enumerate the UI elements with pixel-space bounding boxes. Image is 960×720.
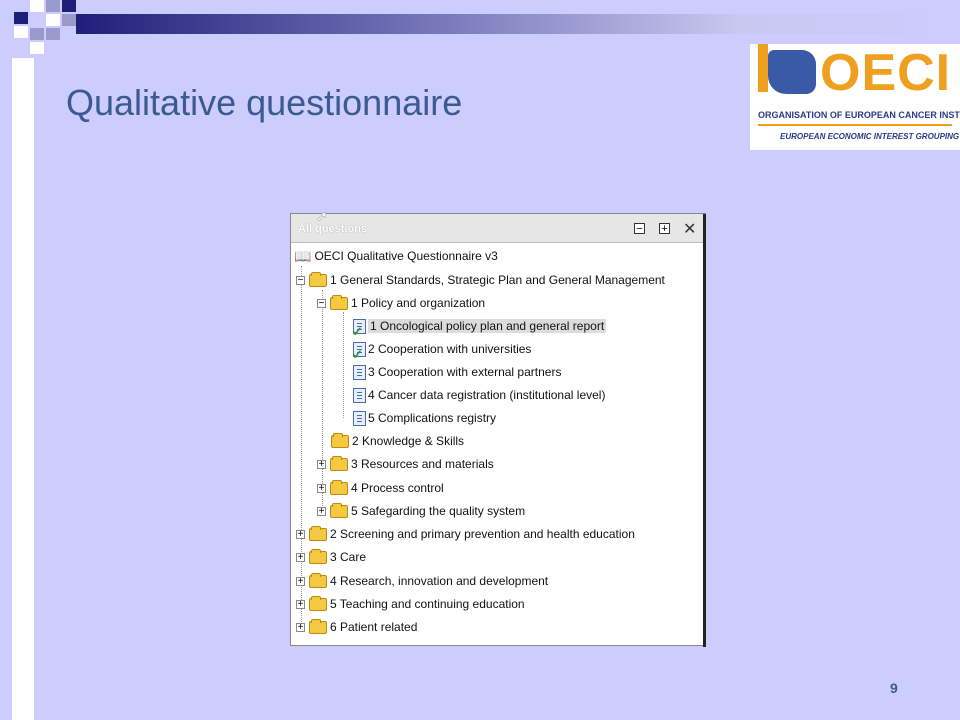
tree-item-label: 1 Policy and organization — [351, 296, 486, 310]
tree-item-label: 4 Cancer data registration (institutiona… — [368, 388, 606, 402]
document-icon — [353, 387, 366, 403]
document-icon: ✓ — [352, 341, 366, 362]
folder-icon — [330, 479, 348, 495]
folder-icon — [309, 525, 327, 541]
deco-square — [30, 28, 44, 40]
deco-square — [14, 26, 28, 38]
collapse-icon[interactable]: − — [317, 298, 326, 308]
folder-icon — [309, 271, 327, 287]
tree-item[interactable]: + 3 Care — [296, 547, 366, 567]
tree-item-label: 4 Research, innovation and development — [330, 574, 549, 588]
tree-item-label: 2 Knowledge & Skills — [352, 434, 465, 448]
left-stripe — [0, 0, 36, 720]
page-title: Qualitative questionnaire — [66, 82, 463, 123]
tree-item-label: 3 Cooperation with external partners — [368, 365, 562, 379]
tree-item[interactable]: + 3 Resources and materials — [317, 454, 494, 474]
tree-item-label: 5 Complications registry — [368, 411, 497, 425]
tree-item[interactable]: − 1 General Standards, Strategic Plan an… — [296, 270, 665, 290]
collapse-icon[interactable]: − — [296, 275, 305, 285]
tree-item[interactable]: + 5 Safegarding the quality system — [317, 501, 525, 521]
tree-item[interactable]: 2 Knowledge & Skills — [331, 431, 464, 451]
folder-icon — [309, 618, 327, 634]
panel-title: All questions — [298, 223, 368, 235]
tree-item[interactable]: + 5 Teaching and continuing education — [296, 594, 525, 614]
deco-square — [14, 12, 28, 24]
deco-square — [62, 0, 76, 12]
page-number: 9 — [890, 680, 898, 696]
logo-bar — [758, 44, 768, 92]
tree-item[interactable]: + 2 Screening and primary prevention and… — [296, 524, 635, 544]
deco-square — [30, 0, 44, 12]
expand-icon[interactable]: + — [317, 506, 326, 516]
tree-item[interactable]: + 4 Process control — [317, 478, 444, 498]
mouse-cursor-icon: ➚ — [316, 208, 328, 224]
expand-icon[interactable]: + — [296, 622, 305, 632]
checkmark-icon: ✓ — [352, 323, 363, 339]
tree-item-label: 5 Safegarding the quality system — [351, 504, 526, 518]
tree-item[interactable]: 3 Cooperation with external partners — [353, 362, 561, 382]
expand-all-button[interactable]: + — [659, 223, 670, 235]
tree-root[interactable]: 📖 OECI Qualitative Questionnaire v3 — [294, 246, 498, 266]
logo-line2: European Economic Interest Grouping — [780, 132, 960, 141]
document-icon — [353, 410, 366, 426]
tree-guide — [343, 312, 344, 418]
tree-item[interactable]: 4 Cancer data registration (institutiona… — [353, 385, 605, 405]
tree-item[interactable]: + 4 Research, innovation and development — [296, 571, 548, 591]
deco-square — [62, 14, 76, 26]
tree-item-label: 5 Teaching and continuing education — [330, 597, 525, 611]
folder-icon — [330, 502, 348, 518]
folder-icon — [309, 548, 327, 564]
tree-item[interactable]: 5 Complications registry — [353, 408, 496, 428]
folder-icon — [330, 294, 348, 310]
tree-item-label: 4 Process control — [351, 481, 444, 495]
expand-icon[interactable]: + — [317, 459, 326, 469]
document-icon: ✓ — [352, 318, 366, 339]
logo-line1: Organisation of European Cancer Institut… — [758, 110, 960, 120]
tree-item-label: 3 Resources and materials — [351, 457, 494, 471]
checkmark-icon: ✓ — [352, 346, 363, 362]
tree-item[interactable]: ✓ 2 Cooperation with universities — [352, 339, 532, 362]
collapse-all-button[interactable]: − — [634, 223, 645, 235]
tree-item-label: 2 Cooperation with universities — [368, 342, 532, 356]
tree-item-label: 3 Care — [330, 550, 367, 564]
deco-square — [46, 0, 60, 12]
tree-item-label: 2 Screening and primary prevention and h… — [330, 527, 635, 541]
close-icon[interactable]: ✕ — [683, 219, 696, 239]
expand-icon[interactable]: + — [296, 552, 305, 562]
folder-icon — [309, 572, 327, 588]
expand-icon[interactable]: + — [296, 576, 305, 586]
logo-rule — [758, 124, 952, 126]
panel-header: All questions − + ✕ — [291, 214, 705, 243]
folder-icon — [331, 432, 349, 448]
europe-map-icon — [768, 50, 816, 94]
tree-guide — [322, 290, 323, 510]
expand-icon[interactable]: + — [296, 529, 305, 539]
tree-item[interactable]: − 1 Policy and organization — [317, 293, 485, 313]
deco-square — [46, 14, 60, 26]
tree-item[interactable]: + 6 Patient related — [296, 617, 417, 637]
logo-name: OECI — [820, 44, 952, 102]
tree-item-label: 1 Oncological policy plan and general re… — [368, 319, 607, 333]
folder-icon — [309, 595, 327, 611]
deco-square — [30, 42, 44, 54]
tree-item-label: 6 Patient related — [330, 620, 418, 634]
tree-item-selected[interactable]: ✓ 1 Oncological policy plan and general … — [352, 316, 607, 339]
document-icon — [353, 364, 366, 380]
questions-panel: All questions − + ✕ 📖 OECI Qualitative Q… — [290, 213, 706, 647]
expand-icon[interactable]: + — [317, 483, 326, 493]
top-gradient-bar — [76, 14, 960, 34]
oeci-logo: OECI Organisation of European Cancer Ins… — [750, 44, 960, 150]
deco-square — [46, 28, 60, 40]
left-stripe-band — [12, 58, 34, 720]
expand-icon[interactable]: + — [296, 599, 305, 609]
panel-edge — [703, 214, 706, 647]
tree-item-label: 1 General Standards, Strategic Plan and … — [330, 273, 665, 287]
book-icon: 📖 — [294, 247, 312, 264]
folder-icon — [330, 455, 348, 471]
tree-root-label: OECI Qualitative Questionnaire v3 — [314, 249, 498, 263]
